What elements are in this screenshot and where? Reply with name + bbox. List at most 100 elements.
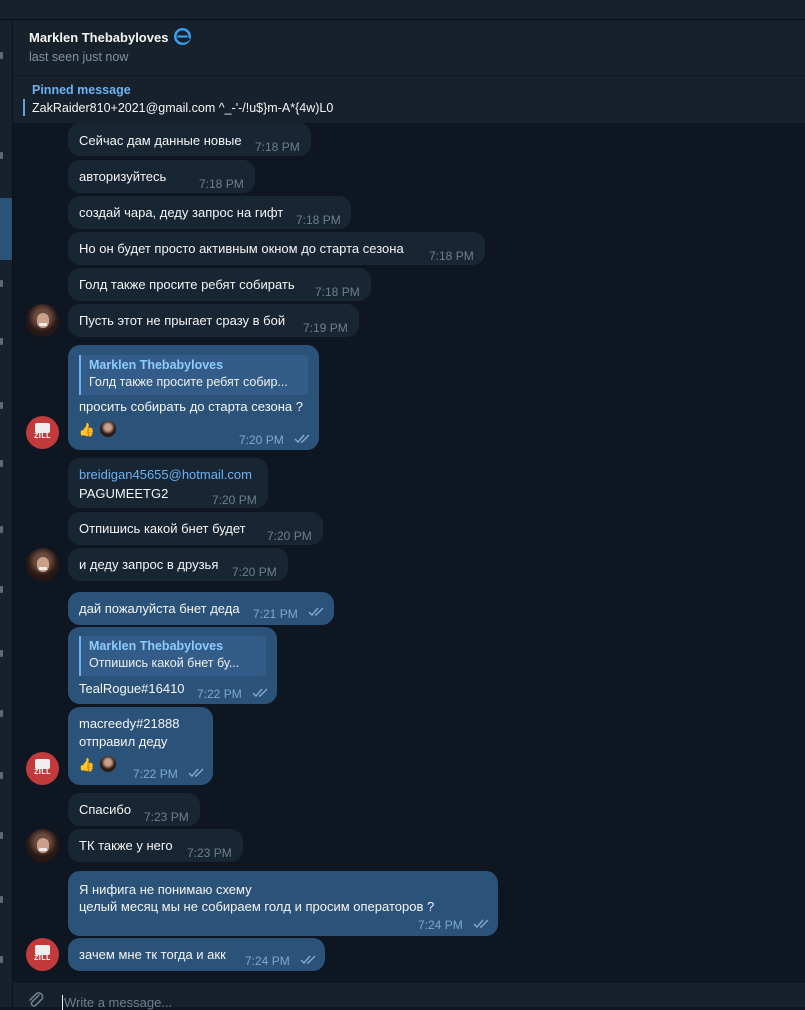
message-time: 7:23 PM <box>187 846 232 860</box>
message-text: просить собирать до старта сезона ? <box>79 399 303 414</box>
message-incoming[interactable]: авторизуйтесь 7:18 PM <box>68 160 255 193</box>
chat-list-marker <box>0 896 3 903</box>
message-text: Сейчас дам данные новые <box>79 133 242 148</box>
avatar-detail <box>39 567 47 570</box>
avatar-detail <box>35 423 50 433</box>
message-outgoing[interactable]: Marklen Thebabyloves Голд также просите … <box>68 345 319 450</box>
message-time: 7:22 PM <box>197 687 242 701</box>
chat-list-marker <box>0 52 3 59</box>
avatar-detail <box>39 848 47 851</box>
message-time: 7:23 PM <box>144 810 189 824</box>
message-incoming[interactable]: Пусть этот не прыгает сразу в бой 7:19 P… <box>68 304 359 337</box>
message-text: ТК также у него <box>79 838 173 853</box>
pinned-title: Pinned message <box>32 83 131 97</box>
message-time: 7:18 PM <box>296 213 341 227</box>
selected-chat-indicator[interactable] <box>0 198 12 260</box>
window-top-strip <box>0 0 805 20</box>
message-outgoing[interactable]: Я нифига не понимаю схему целый месяц мы… <box>68 871 498 936</box>
contact-avatar[interactable] <box>26 548 59 581</box>
double-check-icon <box>188 768 204 778</box>
chat-list-marker <box>0 338 3 345</box>
message-time: 7:18 PM <box>315 285 360 299</box>
reaction-user-avatar <box>99 420 117 438</box>
message-outgoing[interactable]: macreedy#21888 отправил деду 👍 7:22 PM <box>68 707 213 785</box>
message-text: и деду запрос в друзья <box>79 557 219 572</box>
avatar-detail <box>35 759 50 769</box>
message-outgoing[interactable]: зачем мне тк тогда и акк 7:24 PM <box>68 938 325 971</box>
message-text: Пусть этот не прыгает сразу в бой <box>79 313 286 328</box>
chat-list-marker <box>0 280 3 287</box>
message-incoming[interactable]: Спасибо 7:23 PM <box>68 793 200 826</box>
message-text-line: macreedy#21888 <box>79 716 180 731</box>
chat-list-marker <box>0 956 3 963</box>
thumbs-up-reaction-icon[interactable]: 👍 <box>77 420 97 440</box>
reply-quote[interactable]: Marklen Thebabyloves Отпишись какой бнет… <box>79 636 266 676</box>
message-time: 7:24 PM <box>418 918 463 932</box>
message-time: 7:20 PM <box>232 565 277 579</box>
contact-avatar[interactable] <box>26 829 59 862</box>
message-text-line: Я нифига не понимаю схему <box>79 882 252 897</box>
message-time: 7:20 PM <box>239 433 284 447</box>
message-text: Спасибо <box>79 802 132 817</box>
pinned-accent-bar <box>23 99 25 116</box>
chat-list-marker <box>0 460 3 467</box>
message-link[interactable]: breidigan45655@hotmail.com <box>79 466 252 484</box>
pinned-text: ZakRaider810+2021@gmail.com ^_-'-/!u$}m-… <box>32 101 334 115</box>
reply-quote[interactable]: Marklen Thebabyloves Голд также просите … <box>79 355 308 395</box>
double-check-icon <box>294 434 310 444</box>
avatar-detail <box>35 945 50 955</box>
reactions-row[interactable]: 👍 <box>77 755 117 775</box>
message-input[interactable]: Write a message... <box>62 995 172 1010</box>
reply-author: Marklen Thebabyloves <box>89 358 224 372</box>
message-incoming[interactable]: ТК также у него 7:23 PM <box>68 829 243 862</box>
message-list[interactable]: Сейчас дам данные новые 7:18 PM авторизу… <box>13 123 805 982</box>
message-time: 7:18 PM <box>199 177 244 191</box>
avatar-detail <box>39 323 47 326</box>
double-check-icon <box>473 919 489 929</box>
self-avatar[interactable]: ZILL <box>26 752 59 785</box>
message-incoming[interactable]: создай чара, деду запрос на гифт 7:18 PM <box>68 196 351 229</box>
avatar-label: ZILL <box>34 769 51 776</box>
message-time: 7:22 PM <box>133 767 178 781</box>
edge-browser-icon <box>174 28 191 45</box>
reactions-row[interactable]: 👍 <box>77 420 117 440</box>
message-time: 7:18 PM <box>429 249 474 263</box>
avatar-label: ZILL <box>34 433 51 440</box>
message-time: 7:24 PM <box>245 954 290 968</box>
contact-name[interactable]: Marklen Thebabyloves <box>29 30 168 45</box>
message-text: Но он будет просто активным окном до ста… <box>79 241 404 256</box>
message-text: PAGUMEETG2 <box>79 486 169 501</box>
self-avatar[interactable]: ZILL <box>26 416 59 449</box>
message-incoming[interactable]: Но он будет просто активным окном до ста… <box>68 232 485 265</box>
message-incoming[interactable]: и деду запрос в друзья 7:20 PM <box>68 548 288 581</box>
contact-avatar[interactable] <box>26 304 59 337</box>
thumbs-up-reaction-icon[interactable]: 👍 <box>77 755 97 775</box>
message-incoming[interactable]: Отпишись какой бнет будет 7:20 PM <box>68 512 323 545</box>
chat-list-marker <box>0 152 3 159</box>
message-text: авторизуйтесь <box>79 169 167 184</box>
message-incoming[interactable]: Сейчас дам данные новые 7:18 PM <box>68 123 311 156</box>
reply-text: Голд также просите ребят собир... <box>89 375 288 389</box>
double-check-icon <box>300 955 316 965</box>
chat-list-marker <box>0 402 3 409</box>
message-incoming[interactable]: Голд также просите ребят собирать 7:18 P… <box>68 268 371 301</box>
double-check-icon <box>252 688 268 698</box>
message-text: TealRogue#16410 <box>79 681 185 696</box>
last-seen-status: last seen just now <box>29 50 129 64</box>
message-text: дай пожалуйста бнет деда <box>79 601 240 616</box>
avatar-label: ZILL <box>34 955 51 962</box>
message-text: зачем мне тк тогда и акк <box>79 947 226 962</box>
message-text: целый месяц мы не собираем голд и просим… <box>79 899 435 914</box>
pinned-message-bar[interactable]: Pinned message ZakRaider810+2021@gmail.c… <box>13 75 805 123</box>
message-outgoing[interactable]: дай пожалуйста бнет деда 7:21 PM <box>68 592 334 625</box>
reply-text: Отпишись какой бнет бу... <box>89 656 240 670</box>
attach-paperclip-icon[interactable] <box>27 991 45 1009</box>
self-avatar[interactable]: ZILL <box>26 938 59 971</box>
message-time: 7:19 PM <box>303 321 348 335</box>
message-text: Голд также просите ребят собирать <box>79 277 295 292</box>
message-incoming[interactable]: breidigan45655@hotmail.com PAGUMEETG2 7:… <box>68 458 268 508</box>
message-outgoing[interactable]: Marklen Thebabyloves Отпишись какой бнет… <box>68 627 277 704</box>
chat-list-marker <box>0 710 3 717</box>
chat-list-strip <box>0 20 13 1007</box>
chat-header[interactable]: Marklen Thebabyloves last seen just now <box>13 20 805 75</box>
